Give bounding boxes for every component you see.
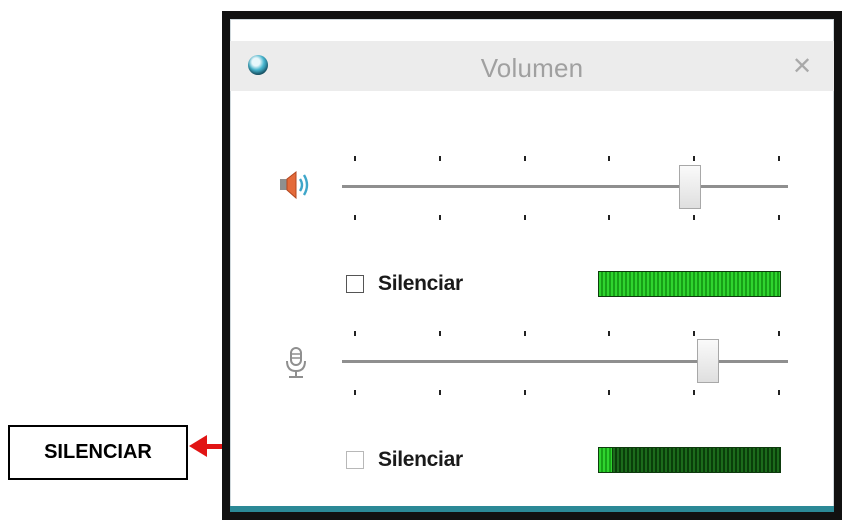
- speaker-tick: [693, 156, 696, 161]
- window-body: [230, 19, 834, 512]
- annotation-callout: SILENCIAR: [8, 425, 188, 480]
- microphone-tick: [608, 390, 611, 395]
- microphone-mute-label[interactable]: Silenciar: [378, 448, 463, 472]
- speaker-tick: [523, 156, 526, 161]
- microphone-icon: [284, 346, 308, 385]
- microphone-tick: [778, 390, 780, 395]
- speaker-mute-label[interactable]: Silenciar: [378, 272, 463, 296]
- speaker-meter-fill: [599, 272, 780, 296]
- microphone-tick: [608, 331, 611, 336]
- speaker-slider-thumb[interactable]: [678, 165, 701, 209]
- window-bottom-accent: [230, 506, 834, 512]
- microphone-tick: [438, 331, 441, 336]
- microphone-slider-thumb[interactable]: [696, 339, 719, 383]
- speaker-tick: [778, 156, 780, 161]
- close-button[interactable]: ✕: [788, 49, 816, 83]
- microphone-level-meter: [598, 447, 781, 473]
- speaker-tick: [608, 156, 611, 161]
- microphone-mute-checkbox[interactable]: [346, 451, 364, 469]
- microphone-tick: [438, 390, 441, 395]
- speaker-tick: [523, 215, 526, 220]
- microphone-meter-fill: [599, 448, 612, 472]
- speaker-volume-slider[interactable]: [342, 185, 788, 188]
- speaker-tick: [438, 156, 441, 161]
- speaker-tick: [354, 215, 356, 220]
- microphone-tick: [354, 331, 356, 336]
- speaker-tick: [438, 215, 441, 220]
- speaker-mute-checkbox[interactable]: [346, 275, 364, 293]
- speaker-icon: [278, 169, 314, 206]
- microphone-tick: [693, 390, 696, 395]
- microphone-tick: [693, 331, 696, 336]
- microphone-tick: [523, 390, 526, 395]
- volume-window: Volumen ✕ Silenciar Silenciar: [222, 11, 842, 520]
- speaker-mute-row[interactable]: Silenciar: [346, 270, 463, 298]
- microphone-tick: [354, 390, 356, 395]
- annotation-label: SILENCIAR: [44, 441, 152, 463]
- window-title: Volumen: [480, 53, 584, 83]
- speaker-tick: [608, 215, 611, 220]
- speaker-tick: [693, 215, 696, 220]
- speaker-tick: [354, 156, 356, 161]
- microphone-tick: [778, 331, 780, 336]
- microphone-volume-slider[interactable]: [342, 360, 788, 363]
- speaker-tick: [778, 215, 780, 220]
- title-bar[interactable]: Volumen ✕: [230, 41, 834, 91]
- speaker-level-meter: [598, 271, 781, 297]
- microphone-tick: [523, 331, 526, 336]
- microphone-mute-row[interactable]: Silenciar: [346, 446, 463, 474]
